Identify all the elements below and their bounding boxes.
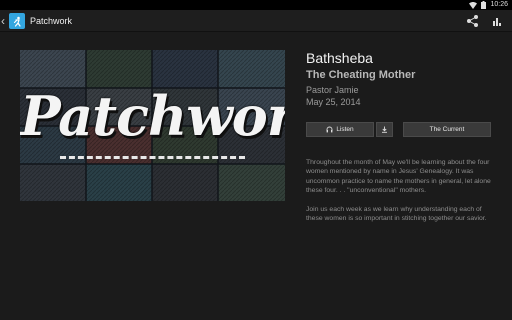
- app-title: Patchwork: [30, 16, 73, 26]
- wifi-icon: [469, 1, 478, 9]
- listen-label: Listen: [336, 126, 354, 133]
- sermon-speaker: Pastor Jamie: [306, 85, 359, 95]
- sermon-description: Throughout the month of May we'll be lea…: [306, 158, 498, 223]
- series-artwork: Patchwork: [20, 50, 285, 201]
- download-icon: [382, 126, 387, 133]
- series-label: The Current: [429, 126, 465, 133]
- listen-button[interactable]: Listen: [306, 122, 374, 137]
- sermon-details: Bathsheba The Cheating Mother Pastor Jam…: [306, 50, 496, 108]
- share-icon[interactable]: [466, 14, 480, 28]
- download-button[interactable]: [376, 122, 393, 137]
- series-button[interactable]: The Current: [403, 122, 491, 137]
- description-paragraph-2: Join us each week as we learn why unders…: [306, 205, 487, 223]
- bar-chart-icon[interactable]: [490, 14, 504, 28]
- headphones-icon: [326, 126, 333, 133]
- chevron-left-icon[interactable]: ‹: [1, 14, 9, 28]
- status-time: 10:26: [490, 1, 508, 8]
- sermon-title: Bathsheba: [306, 50, 373, 66]
- status-bar: 10:26: [0, 0, 512, 10]
- description-paragraph-1: Throughout the month of May we'll be lea…: [306, 159, 491, 195]
- action-bar: ‹ Patchwork: [0, 10, 512, 32]
- artwork-title: Patchwork: [20, 84, 285, 148]
- status-icons: 10:26: [469, 0, 508, 10]
- sermon-subtitle: The Cheating Mother: [306, 69, 416, 81]
- battery-icon: [481, 1, 487, 9]
- artwork-stitch-line: [60, 156, 245, 159]
- app-logo-icon[interactable]: [9, 13, 25, 29]
- sermon-date: May 25, 2014: [306, 97, 361, 107]
